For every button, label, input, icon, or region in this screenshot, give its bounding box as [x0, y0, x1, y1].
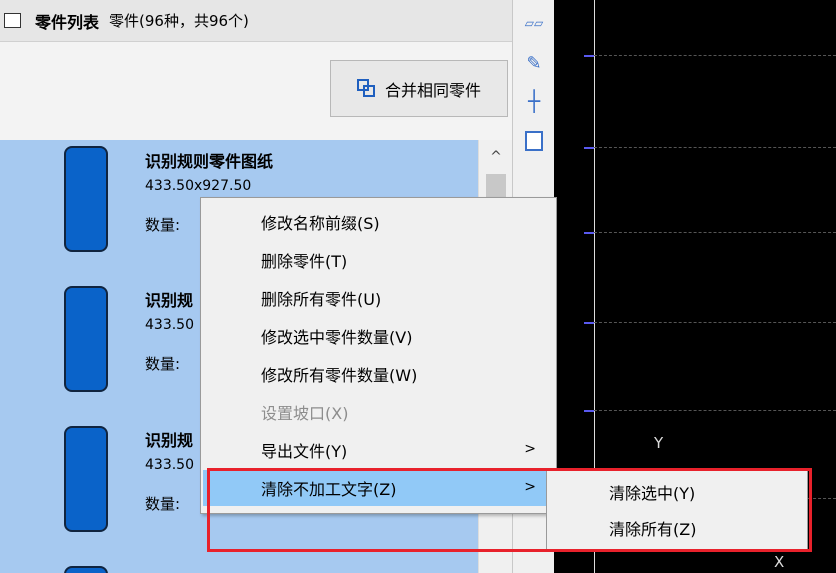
part-thumbnail — [64, 146, 108, 252]
part-size: 433.50x927.50 — [145, 178, 252, 194]
part-thumbnail — [64, 566, 108, 573]
menu-item-rename-prefix[interactable]: 修改名称前缀(S) — [203, 204, 554, 240]
part-name: 识别规 — [145, 291, 194, 310]
canvas-gridline — [584, 410, 836, 412]
part-name: 识别规 — [145, 431, 194, 450]
panel-header: 零件列表 零件(96种，共96个) — [0, 0, 512, 42]
menu-item-label: 修改名称前缀(S) — [261, 214, 380, 233]
part-name: 识别规则零件图纸 — [145, 152, 274, 171]
menu-item-export-file[interactable]: 导出文件(Y) > — [203, 432, 554, 468]
part-qty-label: 数量: — [145, 216, 181, 234]
canvas-gridline — [584, 232, 836, 234]
canvas-gridline — [584, 322, 836, 324]
menu-item-clear-text[interactable]: 清除不加工文字(Z) > — [203, 470, 554, 506]
part-count: 零件(96种，共96个) — [109, 12, 249, 30]
panel-title: 零件列表 — [35, 12, 100, 32]
scroll-up-icon[interactable]: ^ — [479, 140, 513, 174]
part-qty-label: 数量: — [145, 495, 181, 513]
merge-same-parts-button[interactable]: 合并相同零件 — [330, 60, 508, 117]
menu-item-label: 修改选中零件数量(V) — [261, 328, 413, 347]
merge-button-label: 合并相同零件 — [384, 80, 481, 100]
part-qty-label: 数量: — [145, 355, 181, 373]
menu-item-set-bevel: 设置坡口(X) — [203, 394, 554, 430]
menu-item-label: 修改所有零件数量(W) — [261, 366, 418, 385]
merge-icon — [356, 78, 377, 99]
clear-text-submenu: 清除选中(Y) 清除所有(Z) — [546, 470, 808, 550]
part-thumbnail — [64, 426, 108, 532]
canvas-gridline — [584, 147, 836, 149]
submenu-arrow-icon: > — [524, 441, 536, 457]
page-icon[interactable] — [521, 128, 547, 154]
menu-item-label: 删除零件(T) — [261, 252, 348, 271]
menu-item-edit-all-qty[interactable]: 修改所有零件数量(W) — [203, 356, 554, 392]
menu-item-delete-all-parts[interactable]: 删除所有零件(U) — [203, 280, 554, 316]
menu-item-edit-selected-qty[interactable]: 修改选中零件数量(V) — [203, 318, 554, 354]
submenu-item-label: 清除选中(Y) — [609, 484, 696, 503]
y-axis-label: Y — [654, 434, 664, 452]
submenu-item-clear-all[interactable]: 清除所有(Z) — [547, 509, 807, 547]
context-menu: 修改名称前缀(S) 删除零件(T) 删除所有零件(U) 修改选中零件数量(V) … — [200, 197, 557, 514]
part-size: 433.50 — [145, 457, 194, 473]
x-axis-label: X — [774, 553, 785, 571]
aspect-ratio-icon[interactable]: ▱▱ — [521, 10, 547, 36]
submenu-arrow-icon: > — [524, 479, 536, 495]
part-size: 433.50 — [145, 317, 194, 333]
magic-wand-icon[interactable]: ✎ — [521, 50, 547, 76]
part-thumbnail — [64, 286, 108, 392]
menu-item-label: 删除所有零件(U) — [261, 290, 382, 309]
select-all-checkbox[interactable] — [4, 13, 21, 28]
crosshair-icon[interactable]: ┼ — [521, 88, 547, 114]
menu-item-label: 设置坡口(X) — [261, 404, 349, 423]
submenu-item-clear-selected[interactable]: 清除选中(Y) — [547, 473, 807, 511]
submenu-item-label: 清除所有(Z) — [609, 520, 697, 539]
menu-item-label: 清除不加工文字(Z) — [261, 480, 397, 499]
canvas-gridline — [584, 55, 836, 57]
menu-item-delete-part[interactable]: 删除零件(T) — [203, 242, 554, 278]
menu-item-label: 导出文件(Y) — [261, 442, 348, 461]
